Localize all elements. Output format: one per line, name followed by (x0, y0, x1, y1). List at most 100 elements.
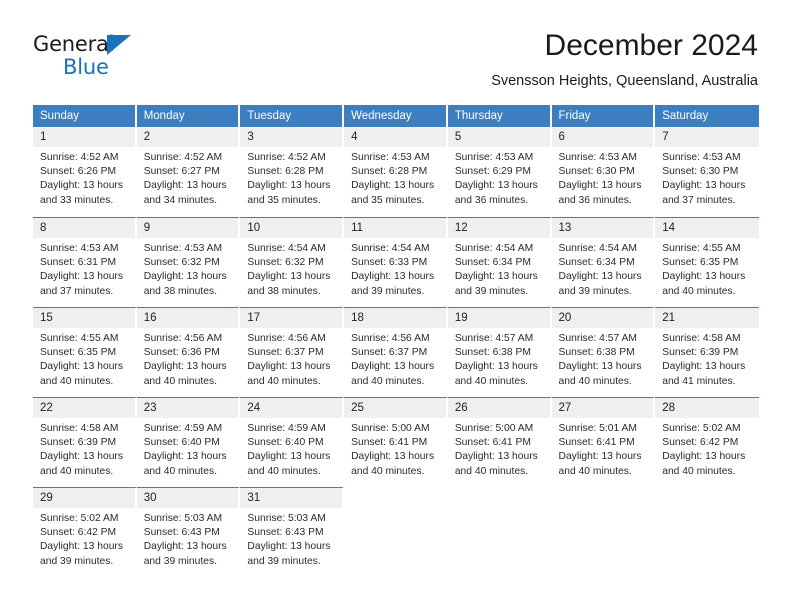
day-cell[interactable]: 28 Sunrise: 5:02 AM Sunset: 6:42 PM Dayl… (655, 397, 759, 487)
sunset-text: Sunset: 6:40 PM (143, 437, 220, 449)
daylight-text-line2: and 38 minutes. (247, 285, 321, 297)
day-detail: Sunrise: 5:01 AM Sunset: 6:41 PM Dayligh… (552, 418, 654, 479)
day-number: 25 (344, 398, 446, 418)
sunrise-text: Sunrise: 4:58 AM (662, 333, 741, 344)
weekday-header-wednesday: Wednesday (344, 105, 448, 127)
daylight-text-line1: Daylight: 13 hours (662, 451, 746, 463)
daylight-text-line2: and 40 minutes. (558, 465, 632, 477)
day-detail: Sunrise: 4:55 AM Sunset: 6:35 PM Dayligh… (33, 328, 135, 389)
daylight-text-line1: Daylight: 13 hours (454, 271, 538, 283)
daylight-text-line1: Daylight: 13 hours (247, 361, 331, 373)
day-cell[interactable]: 3 Sunrise: 4:52 AM Sunset: 6:28 PM Dayli… (240, 127, 345, 217)
day-cell[interactable]: 2 Sunrise: 4:52 AM Sunset: 6:27 PM Dayli… (136, 127, 241, 217)
sunset-text: Sunset: 6:43 PM (143, 527, 220, 539)
sunset-text: Sunset: 6:29 PM (454, 166, 531, 178)
day-number: 29 (33, 488, 135, 508)
daylight-text-line1: Daylight: 13 hours (247, 451, 331, 463)
daylight-text-line1: Daylight: 13 hours (662, 361, 746, 373)
day-cell[interactable]: 6 Sunrise: 4:53 AM Sunset: 6:30 PM Dayli… (551, 127, 656, 217)
sunrise-text: Sunrise: 4:59 AM (247, 423, 326, 434)
day-cell[interactable]: 29 Sunrise: 5:02 AM Sunset: 6:42 PM Dayl… (33, 487, 137, 577)
day-cell[interactable]: 25 Sunrise: 5:00 AM Sunset: 6:41 PM Dayl… (344, 397, 448, 487)
sunrise-text: Sunrise: 4:56 AM (247, 333, 326, 344)
day-cell[interactable]: 9 Sunrise: 4:53 AM Sunset: 6:32 PM Dayli… (136, 217, 241, 307)
daylight-text-line1: Daylight: 13 hours (247, 541, 331, 553)
sunrise-text: Sunrise: 4:52 AM (40, 152, 119, 163)
day-cell[interactable]: 23 Sunrise: 4:59 AM Sunset: 6:40 PM Dayl… (136, 397, 241, 487)
sunrise-text: Sunrise: 5:01 AM (558, 423, 637, 434)
sunset-text: Sunset: 6:39 PM (40, 437, 117, 449)
day-cell[interactable]: 5 Sunrise: 4:53 AM Sunset: 6:29 PM Dayli… (447, 127, 552, 217)
daylight-text-line2: and 40 minutes. (351, 465, 425, 477)
page-title: December 2024 (544, 29, 758, 62)
day-cell[interactable]: 14 Sunrise: 4:55 AM Sunset: 6:35 PM Dayl… (655, 217, 759, 307)
day-detail: Sunrise: 4:53 AM Sunset: 6:32 PM Dayligh… (137, 238, 239, 299)
generalblue-logo[interactable]: General Blue (33, 32, 213, 84)
daylight-text-line1: Daylight: 13 hours (351, 271, 435, 283)
location-subtitle: Svensson Heights, Queensland, Australia (491, 73, 758, 89)
day-detail: Sunrise: 5:02 AM Sunset: 6:42 PM Dayligh… (655, 418, 759, 479)
calendar-week-row: 22 Sunrise: 4:58 AM Sunset: 6:39 PM Dayl… (33, 397, 759, 487)
day-cell[interactable]: 22 Sunrise: 4:58 AM Sunset: 6:39 PM Dayl… (33, 397, 137, 487)
day-cell[interactable]: 30 Sunrise: 5:03 AM Sunset: 6:43 PM Dayl… (136, 487, 241, 577)
day-number: 15 (33, 308, 135, 328)
day-cell[interactable]: 24 Sunrise: 4:59 AM Sunset: 6:40 PM Dayl… (240, 397, 345, 487)
day-cell[interactable]: 31 Sunrise: 5:03 AM Sunset: 6:43 PM Dayl… (240, 487, 345, 577)
sunrise-text: Sunrise: 4:55 AM (40, 333, 119, 344)
day-cell[interactable]: 15 Sunrise: 4:55 AM Sunset: 6:35 PM Dayl… (33, 307, 137, 397)
day-detail: Sunrise: 4:54 AM Sunset: 6:34 PM Dayligh… (552, 238, 654, 299)
sunset-text: Sunset: 6:32 PM (247, 257, 324, 269)
day-cell[interactable]: 13 Sunrise: 4:54 AM Sunset: 6:34 PM Dayl… (551, 217, 656, 307)
daylight-text-line1: Daylight: 13 hours (351, 361, 435, 373)
day-cell[interactable]: 10 Sunrise: 4:54 AM Sunset: 6:32 PM Dayl… (240, 217, 345, 307)
day-number (447, 487, 550, 507)
day-cell[interactable]: 19 Sunrise: 4:57 AM Sunset: 6:38 PM Dayl… (447, 307, 552, 397)
daylight-text-line2: and 37 minutes. (40, 285, 114, 297)
day-cell[interactable]: 4 Sunrise: 4:53 AM Sunset: 6:28 PM Dayli… (344, 127, 448, 217)
sunrise-text: Sunrise: 5:02 AM (662, 423, 741, 434)
day-cell[interactable]: 11 Sunrise: 4:54 AM Sunset: 6:33 PM Dayl… (344, 217, 448, 307)
day-cell[interactable]: 7 Sunrise: 4:53 AM Sunset: 6:30 PM Dayli… (655, 127, 759, 217)
day-cell[interactable]: 12 Sunrise: 4:54 AM Sunset: 6:34 PM Dayl… (447, 217, 552, 307)
sunrise-text: Sunrise: 4:59 AM (143, 423, 223, 434)
sunset-text: Sunset: 6:37 PM (351, 347, 428, 359)
day-cell[interactable]: 26 Sunrise: 5:00 AM Sunset: 6:41 PM Dayl… (447, 397, 552, 487)
day-cell[interactable]: 20 Sunrise: 4:57 AM Sunset: 6:38 PM Dayl… (551, 307, 656, 397)
day-number: 7 (655, 127, 759, 147)
sunrise-text: Sunrise: 4:56 AM (351, 333, 430, 344)
sunset-text: Sunset: 6:40 PM (247, 437, 324, 449)
sunset-text: Sunset: 6:28 PM (247, 166, 324, 178)
day-cell[interactable]: 21 Sunrise: 4:58 AM Sunset: 6:39 PM Dayl… (655, 307, 759, 397)
day-detail: Sunrise: 4:59 AM Sunset: 6:40 PM Dayligh… (137, 418, 239, 479)
day-detail: Sunrise: 5:03 AM Sunset: 6:43 PM Dayligh… (240, 508, 342, 569)
calendar-header-row: Sunday Monday Tuesday Wednesday Thursday… (33, 105, 759, 127)
daylight-text-line1: Daylight: 13 hours (454, 451, 538, 463)
day-number: 22 (33, 398, 135, 418)
daylight-text-line1: Daylight: 13 hours (40, 541, 123, 553)
day-number: 12 (447, 218, 550, 238)
calendar-week-row: 8 Sunrise: 4:53 AM Sunset: 6:31 PM Dayli… (33, 217, 759, 307)
day-cell[interactable]: 8 Sunrise: 4:53 AM Sunset: 6:31 PM Dayli… (33, 217, 137, 307)
sunrise-text: Sunrise: 4:53 AM (662, 152, 741, 163)
daylight-text-line1: Daylight: 13 hours (40, 361, 123, 373)
day-cell[interactable]: 18 Sunrise: 4:56 AM Sunset: 6:37 PM Dayl… (344, 307, 448, 397)
day-number: 9 (136, 218, 239, 238)
sunset-text: Sunset: 6:30 PM (662, 166, 739, 178)
sunrise-text: Sunrise: 4:54 AM (247, 243, 326, 254)
sunset-text: Sunset: 6:28 PM (351, 166, 428, 178)
day-cell[interactable]: 1 Sunrise: 4:52 AM Sunset: 6:26 PM Dayli… (33, 127, 137, 217)
day-cell[interactable]: 17 Sunrise: 4:56 AM Sunset: 6:37 PM Dayl… (240, 307, 345, 397)
day-detail: Sunrise: 4:53 AM Sunset: 6:31 PM Dayligh… (33, 238, 135, 299)
daylight-text-line1: Daylight: 13 hours (40, 271, 123, 283)
day-detail: Sunrise: 5:02 AM Sunset: 6:42 PM Dayligh… (33, 508, 135, 569)
sunset-text: Sunset: 6:38 PM (454, 347, 531, 359)
daylight-text-line2: and 39 minutes. (40, 555, 114, 567)
day-detail: Sunrise: 4:53 AM Sunset: 6:30 PM Dayligh… (655, 147, 759, 208)
sunrise-text: Sunrise: 4:57 AM (558, 333, 637, 344)
daylight-text-line2: and 40 minutes. (454, 465, 529, 477)
daylight-text-line2: and 38 minutes. (143, 285, 217, 297)
daylight-text-line1: Daylight: 13 hours (351, 180, 435, 192)
daylight-text-line1: Daylight: 13 hours (454, 180, 538, 192)
day-cell[interactable]: 27 Sunrise: 5:01 AM Sunset: 6:41 PM Dayl… (551, 397, 656, 487)
day-cell[interactable]: 16 Sunrise: 4:56 AM Sunset: 6:36 PM Dayl… (136, 307, 241, 397)
